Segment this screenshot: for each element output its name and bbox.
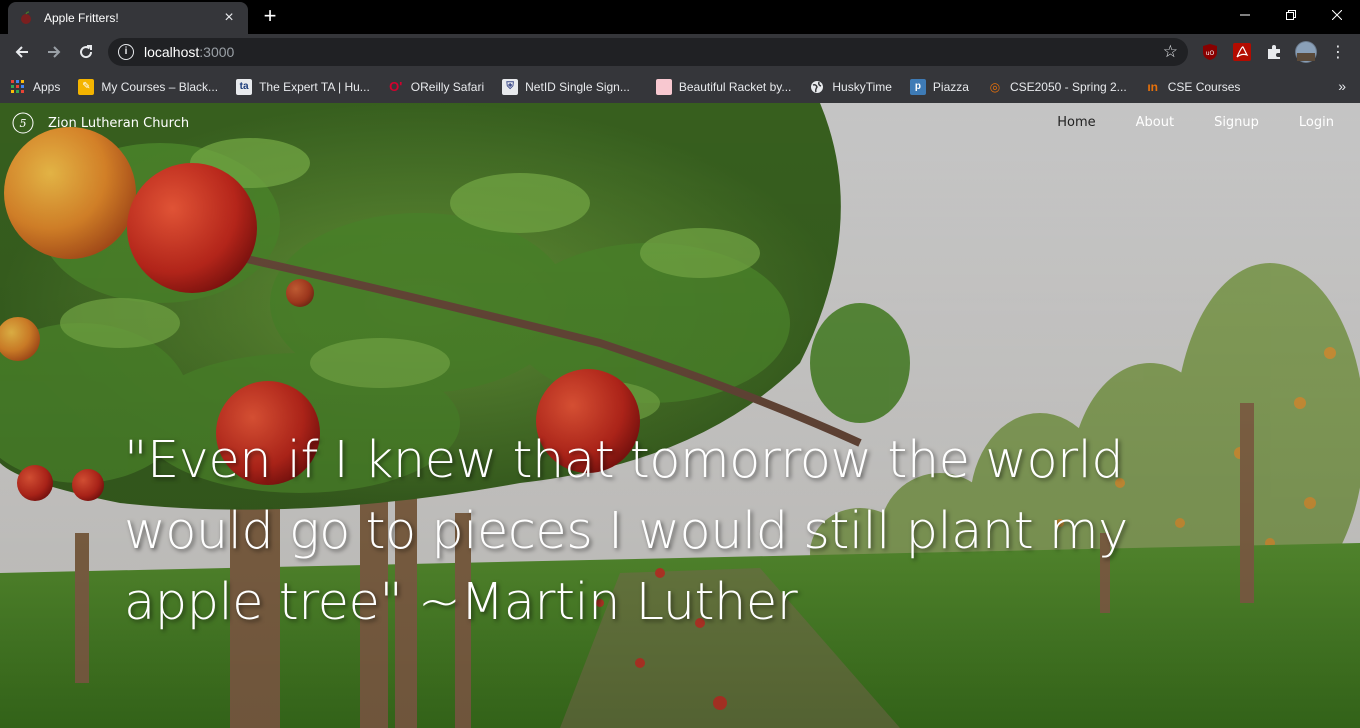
minimize-button[interactable]: [1222, 0, 1268, 30]
cse-courses-icon: ın: [1147, 79, 1159, 94]
ublock-extension-icon[interactable]: uO: [1200, 42, 1220, 62]
bookmark-label: Piazza: [932, 79, 969, 94]
nav-home-link[interactable]: Home: [1057, 115, 1095, 130]
url-port: :3000: [199, 44, 235, 60]
bookmark-item[interactable]: ın CSE Courses: [1145, 79, 1241, 95]
restore-button[interactable]: [1268, 0, 1314, 30]
bookmark-item[interactable]: ta The Expert TA | Hu...: [236, 78, 370, 95]
oreilly-icon: O': [389, 79, 403, 94]
bookmark-label: CSE Courses: [1167, 79, 1241, 94]
bookmark-item[interactable]: ⛨ NetID Single Sign...: [502, 78, 630, 95]
forward-button[interactable]: [40, 38, 68, 66]
browser-toolbar: i localhost :3000 ☆ uO ⋮: [0, 34, 1360, 70]
netid-icon: ⛨: [502, 78, 519, 95]
site-info-icon[interactable]: i: [118, 44, 134, 60]
forward-arrow-icon: [48, 46, 61, 58]
piazza-icon: p: [909, 78, 926, 95]
url-host: localhost: [144, 44, 200, 60]
blackboard-icon: ✎: [78, 78, 95, 95]
site-navbar: 5 Zion Lutheran Church Home About Signup…: [0, 103, 1360, 143]
nav-links: Home About Signup Login: [1017, 115, 1334, 130]
church-logo-icon: 5: [12, 112, 34, 134]
bookmark-item[interactable]: O' OReilly Safari: [388, 79, 484, 95]
bookmark-label: CSE2050 - Spring 2...: [1009, 79, 1127, 94]
cse2050-icon: ◎: [989, 79, 1001, 94]
apps-grid-icon: [10, 79, 26, 95]
reload-icon: [80, 45, 93, 59]
bookmark-item[interactable]: Apps: [10, 79, 60, 95]
expert-ta-icon: ta: [236, 78, 253, 95]
browser-tab[interactable]: Apple Fritters! ×: [8, 2, 248, 34]
bookmark-item[interactable]: p Piazza: [909, 78, 969, 95]
bookmark-item[interactable]: Beautiful Racket by...: [655, 78, 792, 95]
bookmark-label: NetID Single Sign...: [525, 79, 630, 94]
globe-icon: [809, 79, 825, 95]
racket-icon: [655, 78, 672, 95]
close-window-button[interactable]: [1314, 0, 1360, 30]
bookmark-label: The Expert TA | Hu...: [259, 79, 370, 94]
nav-login-link[interactable]: Login: [1299, 115, 1334, 130]
bookmarks-bar: Apps ✎ My Courses – Black... ta The Expe…: [0, 70, 1360, 103]
extensions-puzzle-icon[interactable]: [1264, 42, 1284, 62]
address-bar[interactable]: i localhost :3000 ☆: [108, 38, 1188, 66]
svg-text:uO: uO: [1206, 50, 1215, 57]
apple-favicon-icon: [18, 10, 34, 26]
bookmark-label: Apps: [33, 79, 61, 94]
bookmark-label: My Courses – Black...: [101, 79, 219, 94]
more-bookmarks-icon[interactable]: »: [1338, 78, 1346, 94]
back-arrow-icon: [15, 46, 28, 58]
bookmark-label: HuskyTime: [832, 79, 892, 94]
profile-avatar[interactable]: [1294, 40, 1318, 64]
brand[interactable]: 5 Zion Lutheran Church: [12, 112, 189, 134]
pdf-extension-icon[interactable]: [1232, 42, 1252, 62]
bookmark-item[interactable]: ✎ My Courses – Black...: [78, 78, 219, 95]
back-button[interactable]: [8, 38, 36, 66]
bookmark-star-icon[interactable]: ☆: [1163, 42, 1178, 62]
browser-menu-icon[interactable]: ⋮: [1328, 42, 1348, 62]
bookmark-item[interactable]: HuskyTime: [809, 79, 892, 95]
browser-titlebar: Apple Fritters! × +: [0, 0, 1360, 34]
reload-button[interactable]: [72, 38, 100, 66]
nav-signup-link[interactable]: Signup: [1214, 115, 1259, 130]
hero-quote: "Even if I knew that tomorrow the world …: [124, 431, 1128, 632]
bookmark-label: OReilly Safari: [410, 79, 485, 94]
svg-text:5: 5: [20, 117, 27, 130]
window-controls: [1222, 0, 1360, 30]
page-viewport: 5 Zion Lutheran Church Home About Signup…: [0, 103, 1360, 728]
bookmark-item[interactable]: ◎ CSE2050 - Spring 2...: [987, 79, 1127, 95]
new-tab-button[interactable]: +: [258, 5, 282, 29]
tab-title: Apple Fritters!: [44, 11, 119, 25]
brand-name: Zion Lutheran Church: [48, 115, 190, 131]
nav-about-link[interactable]: About: [1136, 115, 1174, 130]
close-tab-icon[interactable]: ×: [220, 9, 238, 27]
bookmark-label: Beautiful Racket by...: [678, 79, 792, 94]
